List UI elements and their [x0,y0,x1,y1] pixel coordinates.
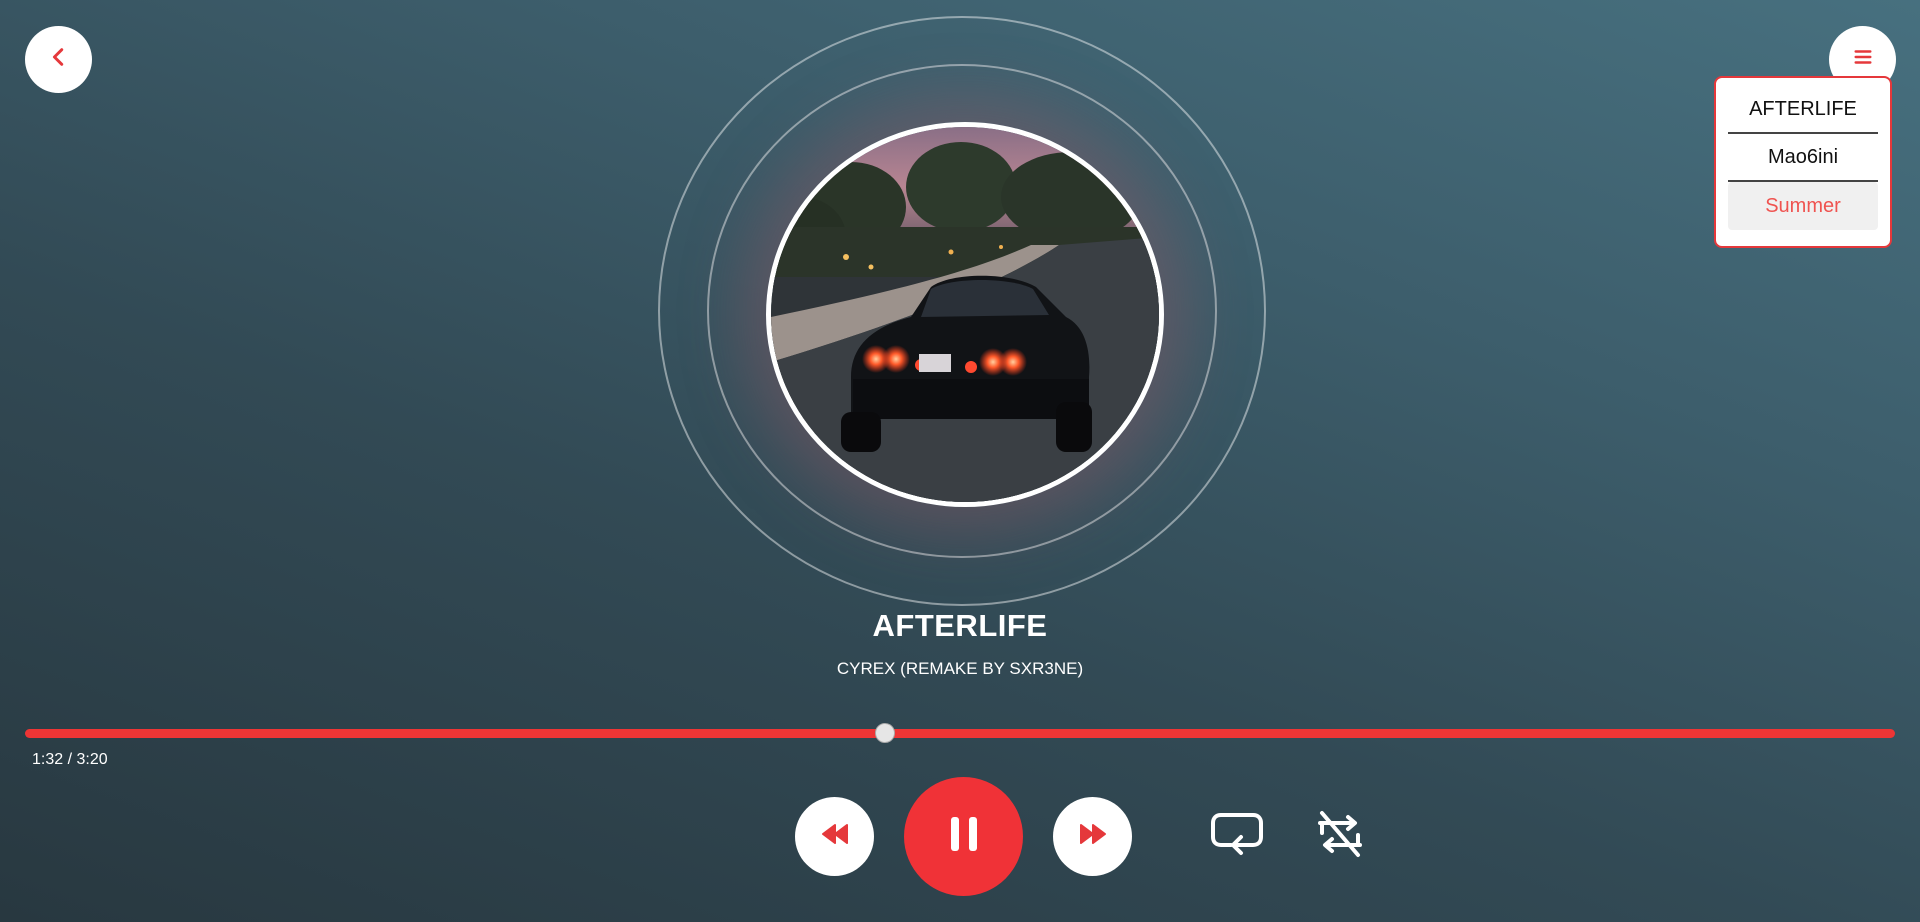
pause-icon [947,814,981,859]
playlist-dropdown: AFTERLIFE Mao6ini Summer [1714,76,1892,248]
play-pause-button[interactable] [904,777,1023,896]
shuffle-off-icon [1314,809,1366,864]
rewind-icon [820,823,850,850]
progress-thumb[interactable] [875,723,896,743]
song-title: AFTERLIFE [872,608,1048,643]
repeat-button[interactable] [1207,806,1267,866]
album-art [766,122,1164,507]
next-track-button[interactable] [1053,797,1132,876]
hamburger-menu-icon [1852,46,1874,73]
chevron-left-icon [48,46,70,73]
song-artist: CYREX (REMAKE BY SXR3NE) [836,659,1084,678]
back-button[interactable] [25,26,92,93]
playlist-item-summer[interactable]: Summer [1728,182,1878,230]
repeat-icon [1209,809,1265,864]
shuffle-button[interactable] [1310,806,1370,866]
fast-forward-icon [1078,823,1108,850]
playlist-item-mao6ini[interactable]: Mao6ini [1728,134,1878,182]
playlist-item-afterlife[interactable]: AFTERLIFE [1728,86,1878,134]
previous-track-button[interactable] [795,797,874,876]
time-display: 1:32 / 3:20 [32,751,108,768]
progress-bar[interactable] [25,723,1895,743]
